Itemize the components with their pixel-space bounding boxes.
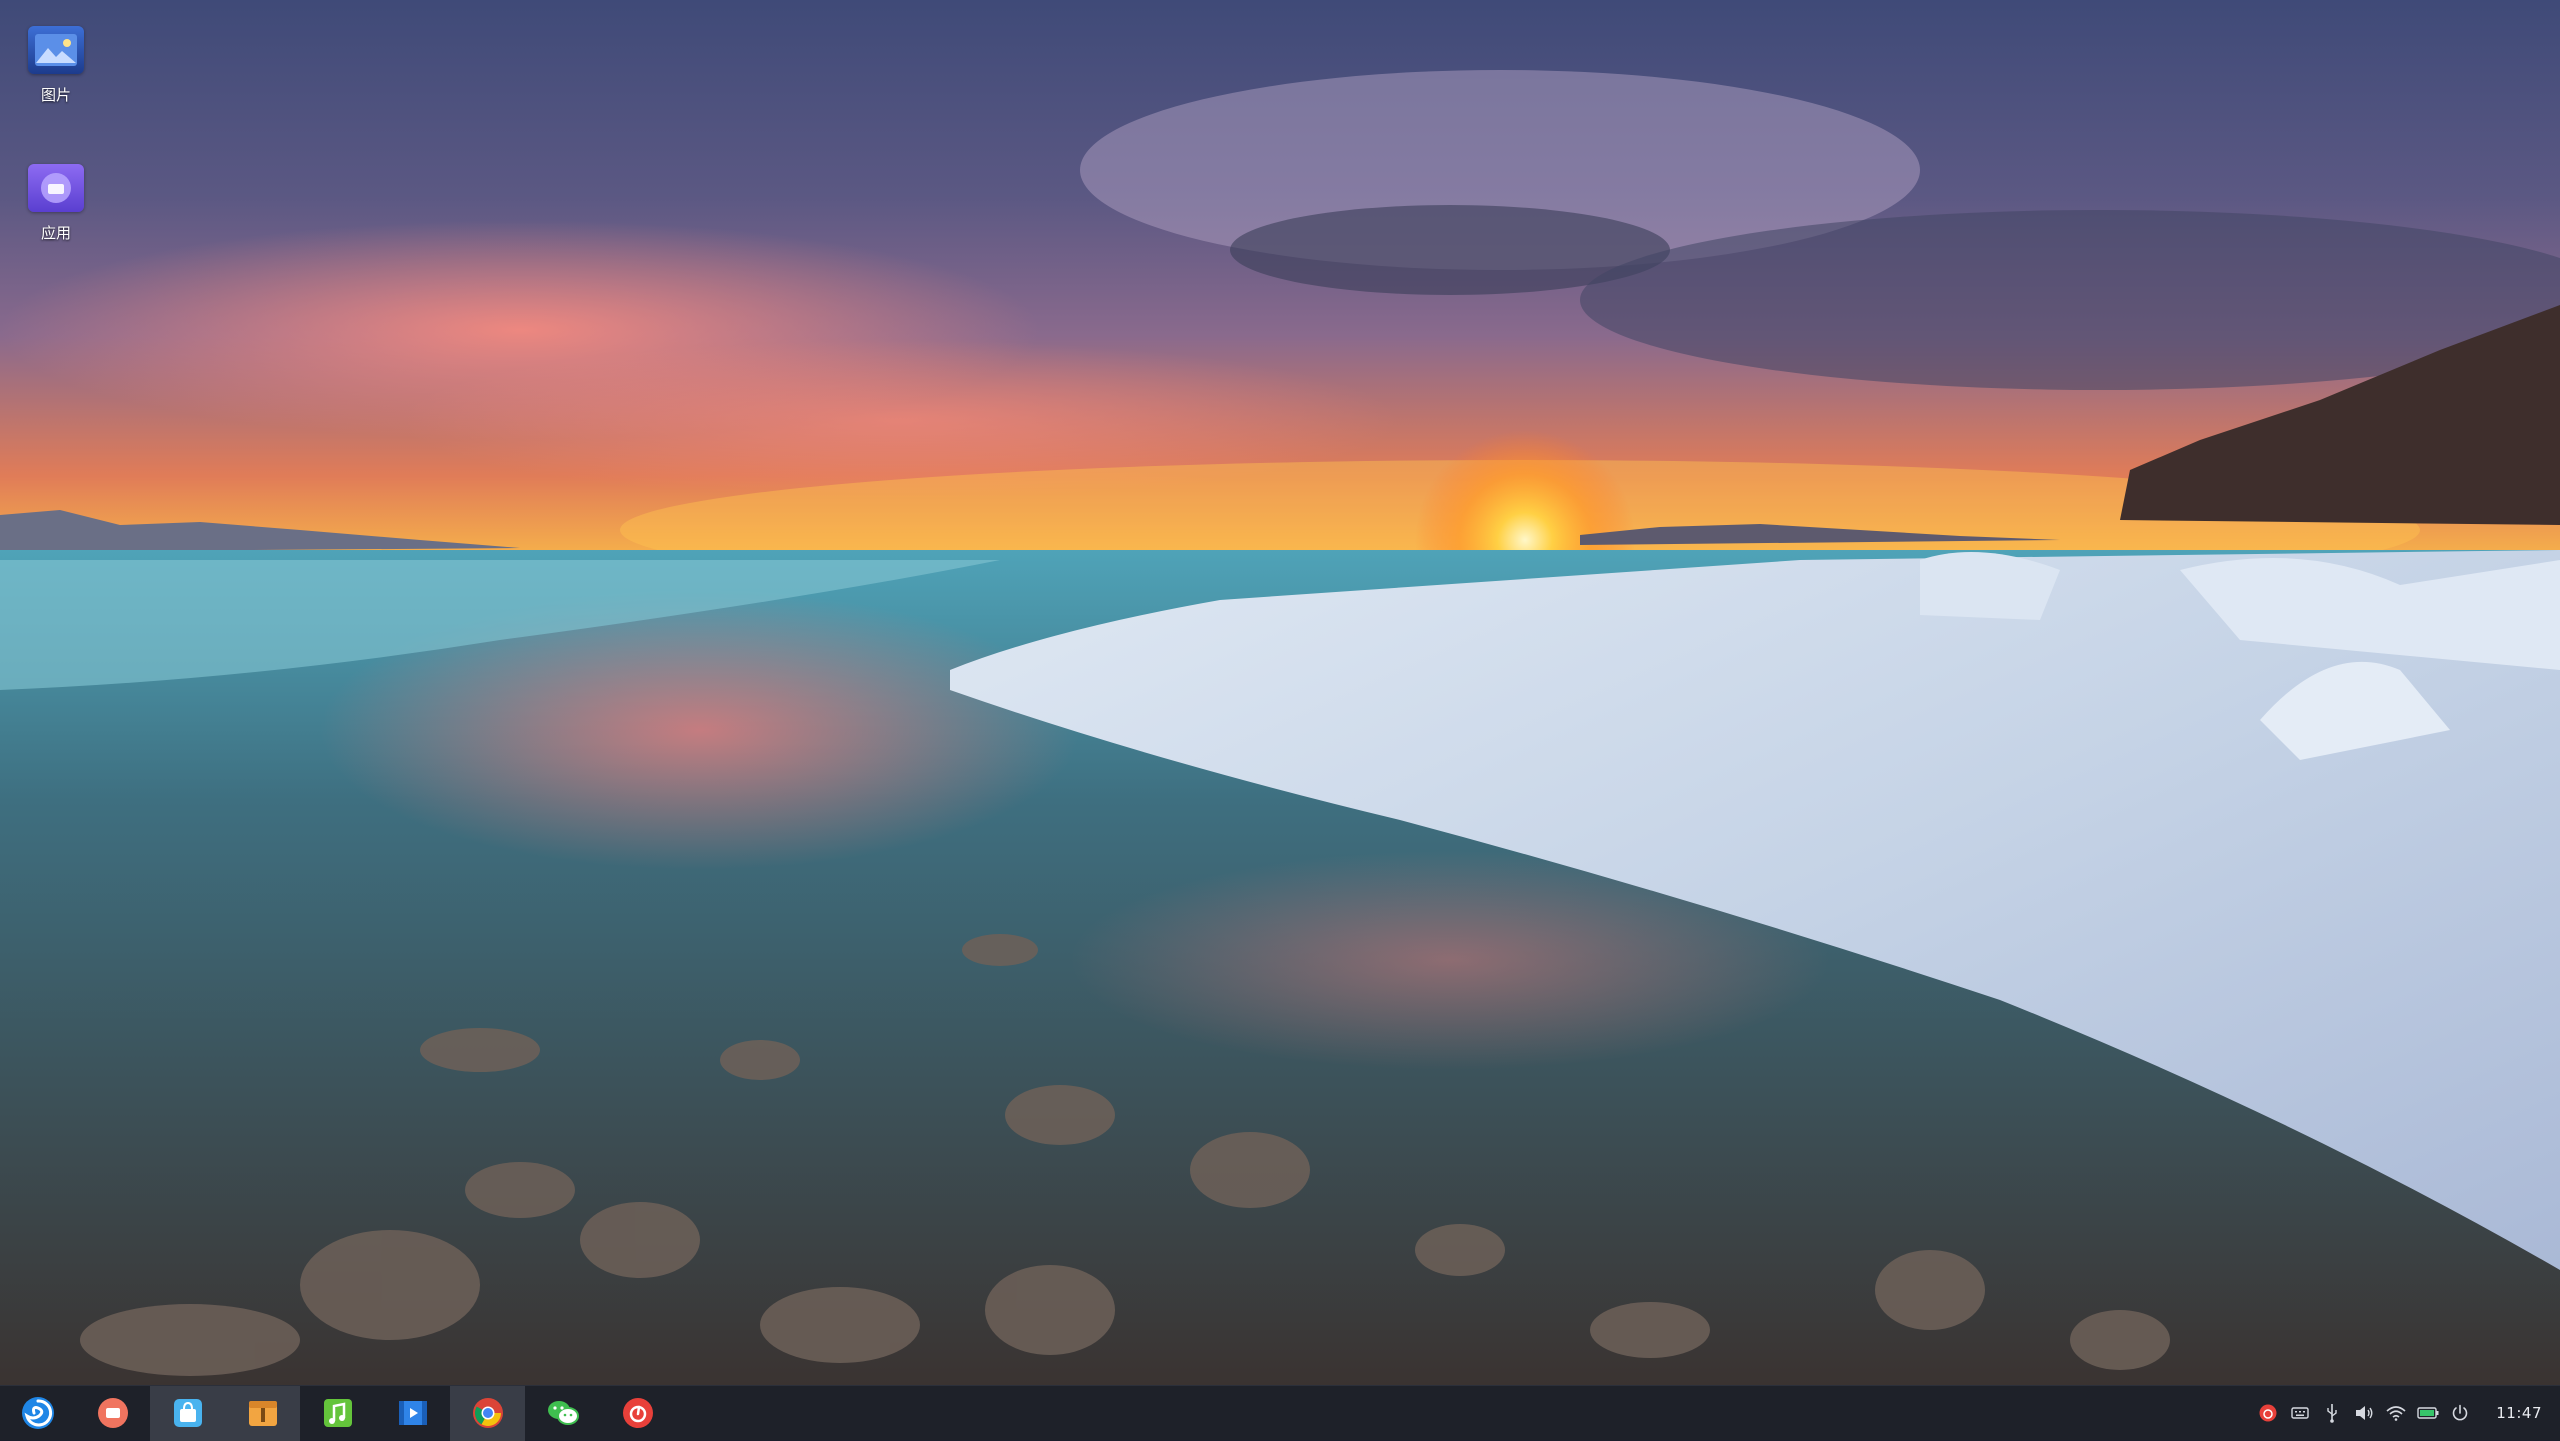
tray-keyboard[interactable] bbox=[2284, 1386, 2316, 1441]
taskbar-apps bbox=[0, 1385, 675, 1441]
start-menu-button[interactable] bbox=[0, 1386, 75, 1441]
desktop-icon-label: 应用 bbox=[40, 224, 71, 242]
tray-battery[interactable] bbox=[2412, 1386, 2444, 1441]
netease-music-icon bbox=[622, 1398, 653, 1428]
netease-music-tray-icon bbox=[2259, 1404, 2277, 1422]
desktop-icon-label: 图片 bbox=[40, 86, 71, 104]
start-menu-icon bbox=[21, 1397, 54, 1429]
video-player-icon bbox=[398, 1401, 427, 1425]
taskbar-app-chrome[interactable] bbox=[450, 1385, 525, 1441]
desktop: 图片 应用 bbox=[0, 0, 2560, 1385]
chrome-icon bbox=[472, 1398, 503, 1428]
tray-power[interactable] bbox=[2444, 1386, 2476, 1441]
screen-recorder-icon bbox=[97, 1398, 128, 1428]
keyboard-icon bbox=[2291, 1407, 2309, 1419]
tray-wifi[interactable] bbox=[2380, 1386, 2412, 1441]
tray-usb[interactable] bbox=[2316, 1386, 2348, 1441]
app-store-icon bbox=[173, 1399, 202, 1427]
taskbar-app-screen-recorder[interactable] bbox=[75, 1386, 150, 1441]
taskbar: 11:47 bbox=[0, 1385, 2560, 1441]
wifi-icon bbox=[2386, 1406, 2406, 1421]
system-tray: 11:47 bbox=[2252, 1386, 2560, 1441]
clock[interactable]: 11:47 bbox=[2496, 1404, 2542, 1422]
pictures-icon bbox=[28, 26, 84, 74]
volume-icon bbox=[2356, 1406, 2373, 1420]
music-player-icon bbox=[323, 1399, 352, 1427]
taskbar-app-archive-manager[interactable] bbox=[225, 1385, 300, 1441]
taskbar-app-video-player[interactable] bbox=[375, 1386, 450, 1441]
desktop-icon-pictures[interactable]: 图片 bbox=[14, 26, 98, 105]
taskbar-app-app-store[interactable] bbox=[150, 1385, 225, 1441]
power-icon bbox=[2452, 1404, 2468, 1421]
tray-netease-music[interactable] bbox=[2252, 1386, 2284, 1441]
taskbar-app-netease-music[interactable] bbox=[600, 1386, 675, 1441]
desktop-icon-apps[interactable]: 应用 bbox=[14, 164, 98, 243]
wallpaper-image bbox=[0, 0, 2560, 1385]
tray-volume[interactable] bbox=[2348, 1386, 2380, 1441]
usb-icon bbox=[2327, 1404, 2337, 1423]
taskbar-app-wechat[interactable] bbox=[525, 1386, 600, 1441]
taskbar-app-music-player[interactable] bbox=[300, 1386, 375, 1441]
wechat-icon bbox=[547, 1401, 579, 1425]
apps-icon bbox=[28, 164, 84, 212]
battery-icon bbox=[2417, 1407, 2439, 1419]
archive-manager-icon bbox=[248, 1401, 277, 1426]
